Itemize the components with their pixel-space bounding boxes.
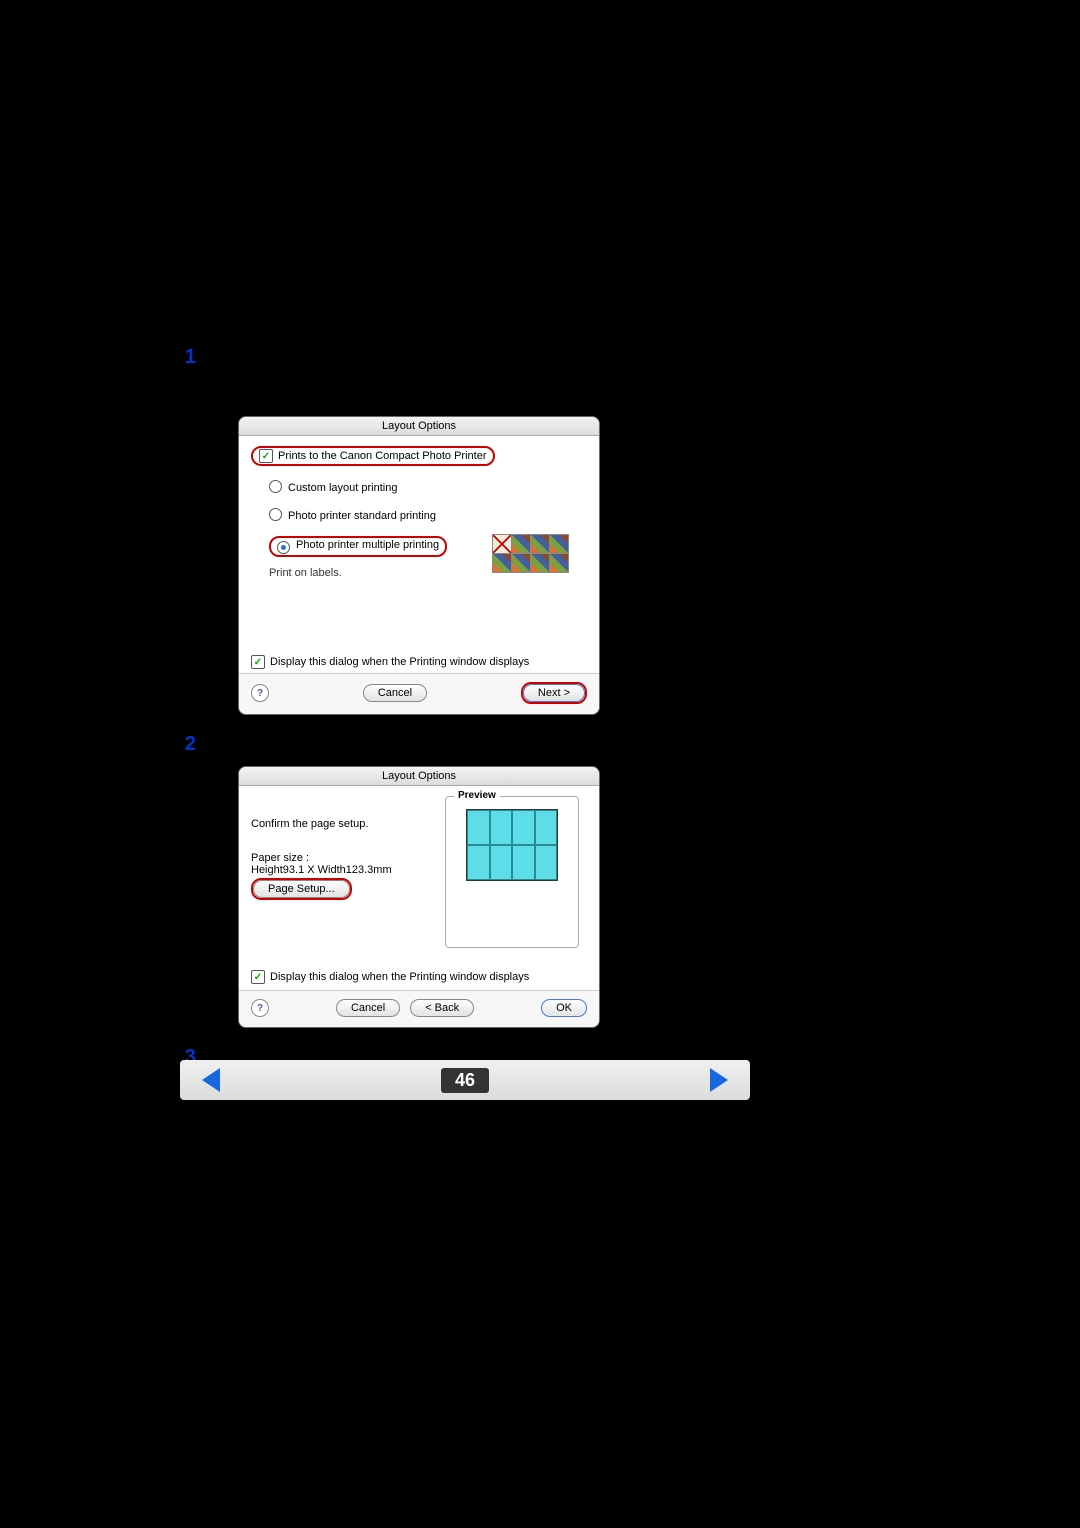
preview-sheet [466,809,558,881]
option-custom-layout[interactable]: Custom layout printing [269,480,587,494]
page-number: 46 [441,1068,489,1093]
dialog-title: Layout Options [239,767,599,786]
step-1: 1 In the Layout Options window, select “… [180,346,750,407]
next-page-button[interactable] [710,1068,728,1092]
ok-button[interactable]: OK [541,999,587,1017]
back-button[interactable]: < Back [410,999,474,1017]
help-button[interactable]: ? [251,999,269,1017]
intro-paragraph: ImageBrowser allows you to print duplica… [180,284,750,326]
step-2: 2 Click the [Page Setup] button. [180,733,750,756]
step-text: In the Layout Options window, select “Pr… [210,346,750,407]
preview-panel: Preview [445,796,579,948]
checkbox-label-text: Prints to the Canon Compact Photo Printe… [278,450,487,462]
check-icon: ✓ [259,449,273,463]
section-heading: Printing Duplicate Images on an 8-Label … [180,248,750,271]
display-dialog-checkbox[interactable]: ✓ Display this dialog when the Printing … [251,655,587,669]
next-button[interactable]: Next > [523,684,585,702]
document-page: Printing Duplicate Images on an 8-Label … [180,240,750,1069]
prev-page-button[interactable] [202,1068,220,1092]
option-standard-printing[interactable]: Photo printer standard printing [269,508,587,522]
thumbnail-preview-grid [492,534,569,573]
radio-icon [277,541,290,554]
step-number: 1 [180,346,196,369]
preview-label: Preview [454,790,500,801]
cancel-button[interactable]: Cancel [336,999,400,1017]
radio-icon [269,480,282,493]
check-icon: ✓ [251,655,265,669]
step-text: Click the [Page Setup] button. [210,733,423,753]
step-number: 2 [180,733,196,756]
check-icon: ✓ [251,970,265,984]
radio-icon [269,508,282,521]
page-setup-button[interactable]: Page Setup... [253,880,350,898]
page-nav-footer: 46 [180,1060,750,1100]
dialog-title: Layout Options [239,417,599,436]
help-button[interactable]: ? [251,684,269,702]
prints-to-printer-checkbox[interactable]: ✓ Prints to the Canon Compact Photo Prin… [251,446,587,466]
cancel-button[interactable]: Cancel [363,684,427,702]
layout-options-dialog-2: Layout Options Preview Confirm the page … [238,766,600,1028]
display-dialog-checkbox[interactable]: ✓ Display this dialog when the Printing … [251,970,587,984]
layout-options-dialog-1: Layout Options ✓ Prints to the Canon Com… [238,416,600,715]
